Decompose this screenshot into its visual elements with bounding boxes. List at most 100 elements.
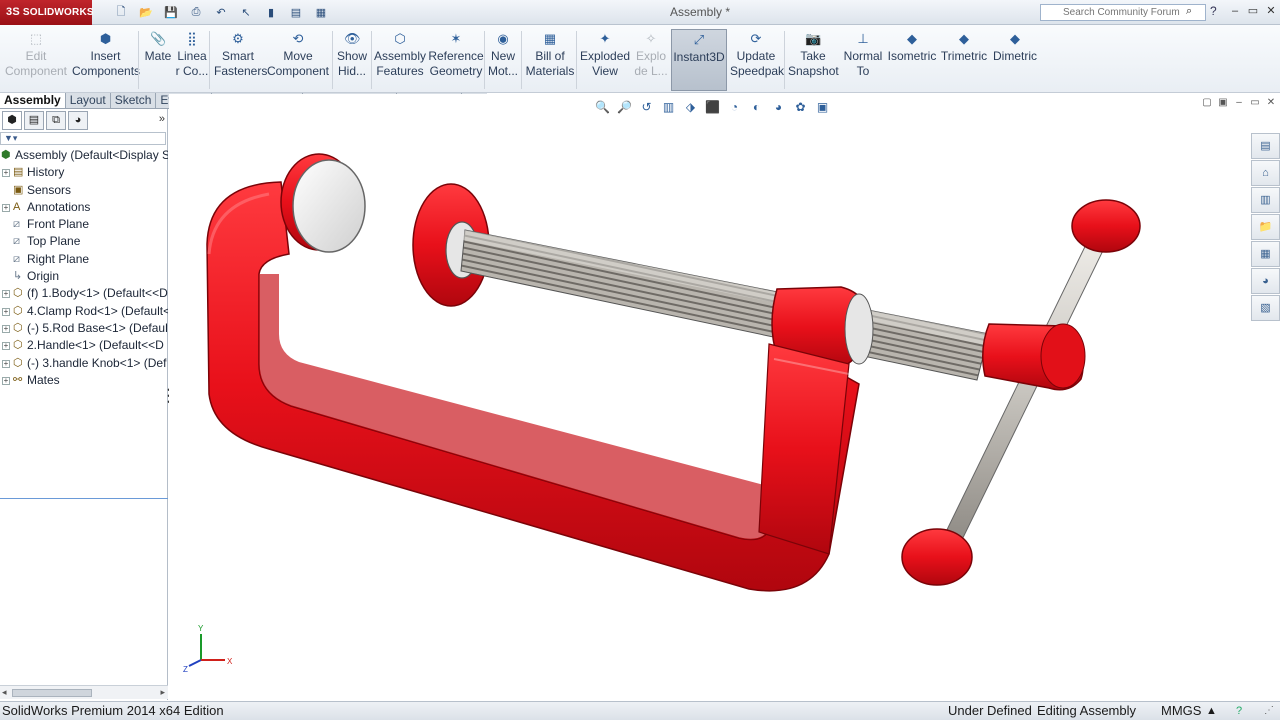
threaded-boss[interactable] (758, 286, 874, 555)
tab-assembly[interactable]: Assembly (0, 93, 66, 108)
home-icon[interactable]: ⌂ (1251, 160, 1280, 186)
undo-icon[interactable]: ↶ (210, 4, 232, 22)
t-handle[interactable] (901, 199, 1141, 586)
expand-node-icon[interactable]: + (2, 290, 10, 299)
resize-grip-icon[interactable]: ⋰ (1264, 702, 1274, 720)
command-show-hidden-button[interactable]: 👁 Show Hid... (337, 29, 367, 91)
display-style-icon[interactable]: ◔ (725, 98, 744, 116)
file-explorer-icon[interactable]: 📁 (1251, 214, 1280, 240)
viewport-restore-icon[interactable]: ▢ (1200, 97, 1214, 109)
scroll-right-icon[interactable]: ▸ (160, 687, 165, 698)
solidworks-logo[interactable]: 3S SOLIDWORKS (0, 0, 94, 25)
maximize-button[interactable]: ▭ (1244, 3, 1262, 19)
clamp-screw[interactable] (460, 229, 990, 381)
expand-node-icon[interactable]: + (2, 307, 10, 316)
tree-node[interactable]: ▣ Sensors (0, 182, 168, 199)
rebuild-icon[interactable]: ▮ (260, 4, 282, 22)
command-assembly-features-button[interactable]: ⬡ Assembly Features (374, 29, 426, 91)
command-dimetric-button[interactable]: ◆ Dimetric (991, 29, 1039, 91)
minimize-button[interactable]: – (1226, 3, 1244, 19)
search-community-input[interactable] (1040, 4, 1206, 21)
viewport-minimize-icon[interactable]: – (1232, 97, 1246, 109)
view-settings-icon[interactable]: ▣ (813, 98, 832, 116)
command-explode-line-button[interactable]: ✧ Explo de L... (634, 29, 668, 91)
zoom-to-fit-icon[interactable]: 🔍 (593, 98, 612, 116)
tree-node[interactable]: + ⬡ (-) 5.Rod Base<1> (Default (0, 320, 168, 337)
tree-node[interactable]: ↳ Origin (0, 268, 168, 285)
close-button[interactable]: ✕ (1262, 3, 1280, 19)
unit-system-selector[interactable]: MMGS (1161, 702, 1201, 720)
previous-view-icon[interactable]: ↺ (637, 98, 656, 116)
horizontal-scrollbar[interactable]: ◂ ▸ (0, 685, 168, 699)
save-icon[interactable]: 💾 (160, 4, 182, 22)
tree-node[interactable]: + ⬡ 4.Clamp Rod<1> (Default< (0, 303, 168, 320)
tree-node[interactable]: + ⚯ Mates (0, 372, 168, 389)
command-normal-to-button[interactable]: ⊥ Normal To (842, 29, 884, 91)
tree-node[interactable]: + ⬡ (-) 3.handle Knob<1> (Def (0, 355, 168, 372)
expand-node-icon[interactable]: + (2, 342, 10, 351)
viewport-tile-icon[interactable]: ▣ (1216, 97, 1230, 109)
command-linear-pattern-button[interactable]: ⣿ Linea r Co... (174, 29, 210, 91)
appearances-scenes-icon[interactable]: ◕ (1251, 268, 1280, 294)
command-insert-components-button[interactable]: ⬢ Insert Components (72, 29, 140, 91)
property-manager-tab-icon[interactable]: ▤ (24, 111, 44, 130)
command-new-motion-study-button[interactable]: ◉ New Mot... (487, 29, 519, 91)
command-trimetric-button[interactable]: ◆ Trimetric (939, 29, 989, 91)
options-icon[interactable]: ▦ (310, 4, 332, 22)
apply-scene-icon[interactable]: ✿ (791, 98, 810, 116)
command-mate-button[interactable]: 📎 Mate (143, 29, 173, 91)
tree-node[interactable]: ⧄ Front Plane (0, 216, 168, 233)
tree-node[interactable]: ⧄ Top Plane (0, 233, 168, 250)
viewport-close-icon[interactable]: ✕ (1264, 97, 1278, 109)
open-icon[interactable]: 📂 (135, 4, 157, 22)
handle-knob-bottom[interactable] (901, 528, 973, 586)
command-take-snapshot-button[interactable]: 📷 Take Snapshot (788, 29, 839, 91)
command-reference-geometry-button[interactable]: ✶ Reference Geometry (428, 29, 484, 91)
c-clamp-model[interactable]: Y X Z (169, 94, 1280, 700)
rollback-bar[interactable] (0, 498, 168, 499)
tree-filter-icon[interactable]: ▼▾ (0, 132, 166, 145)
tab-layout[interactable]: Layout (66, 93, 111, 108)
tree-node[interactable]: + ▤ History (0, 164, 168, 181)
view-palette-icon[interactable]: ▦ (1251, 241, 1280, 267)
search-icon[interactable]: ⌕ (1186, 5, 1192, 18)
command-instant3d-button[interactable]: ⤢ Instant3D (671, 29, 727, 91)
help-icon[interactable]: ? (1210, 4, 1217, 18)
new-icon[interactable]: 🗋 (110, 4, 132, 22)
tree-node[interactable]: + ⬡ 2.Handle<1> (Default<<D (0, 337, 168, 354)
tree-node[interactable]: + ⬡ (f) 1.Body<1> (Default<<D (0, 285, 168, 302)
handle-knob-top[interactable] (1071, 199, 1141, 253)
command-update-speedpak-button[interactable]: ⟳ Update Speedpak (730, 29, 784, 91)
graphics-area[interactable]: Y X Z 🔍 🔎 ↺ ▥ ⬗ ⬛ ◔ ◐ ◕ ✿ ▣ ▢ ▣ – ▭ ✕ (169, 94, 1280, 700)
feature-tree-tab-icon[interactable]: ⬢ (2, 111, 22, 130)
command-smart-fasteners-button[interactable]: ⚙ Smart Fasteners (214, 29, 267, 91)
scroll-left-icon[interactable]: ◂ (2, 687, 7, 698)
expand-node-icon[interactable]: + (2, 324, 10, 333)
edit-appearance-icon[interactable]: ◕ (769, 98, 788, 116)
file-properties-icon[interactable]: ▤ (285, 4, 307, 22)
select-icon[interactable]: ↖ (235, 4, 257, 22)
unit-menu-arrow-icon[interactable]: ▲ (1206, 702, 1217, 720)
tree-node[interactable]: ⬢ Assembly (Default<Display S (0, 147, 168, 164)
command-isometric-button[interactable]: ◆ Isometric (887, 29, 937, 91)
viewport-maximize-icon[interactable]: ▭ (1248, 97, 1262, 109)
configuration-manager-tab-icon[interactable]: ⧉ (46, 111, 66, 130)
custom-properties-icon[interactable]: ▧ (1251, 295, 1280, 321)
hide-show-items-icon[interactable]: ◐ (747, 98, 766, 116)
view-orientation-icon[interactable]: ⬛ (703, 98, 722, 116)
tree-node[interactable]: ⧄ Right Plane (0, 251, 168, 268)
section-view-icon[interactable]: ▥ (659, 98, 678, 116)
handle-hub[interactable] (982, 323, 1086, 391)
expand-node-icon[interactable]: + (2, 376, 10, 385)
scrollbar-thumb[interactable] (12, 689, 92, 697)
help-status-icon[interactable]: ? (1236, 702, 1242, 720)
zoom-to-area-icon[interactable]: 🔎 (615, 98, 634, 116)
tree-node[interactable]: + A Annotations (0, 199, 168, 216)
dynamic-annotation-icon[interactable]: ⬗ (681, 98, 700, 116)
tab-sketch[interactable]: Sketch (111, 93, 157, 108)
expand-node-icon[interactable]: + (2, 359, 10, 368)
design-library-icon[interactable]: ▥ (1251, 187, 1280, 213)
command-exploded-view-button[interactable]: ✦ Exploded View (580, 29, 630, 91)
command-bill-of-materials-button[interactable]: ▦ Bill of Materials (525, 29, 575, 91)
fixed-jaw-pad[interactable] (292, 159, 366, 253)
